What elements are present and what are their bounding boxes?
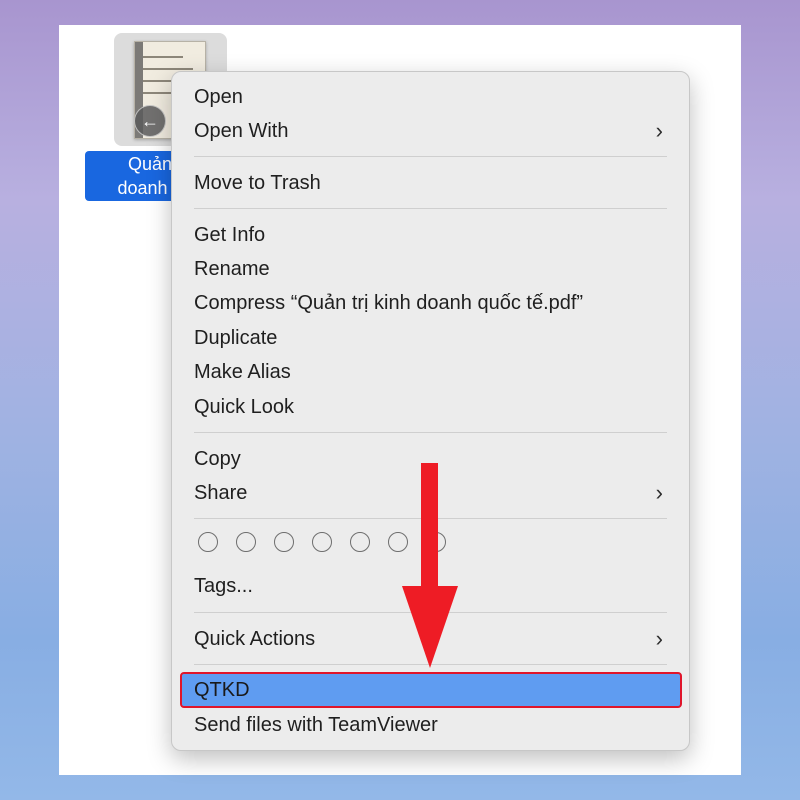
menu-separator bbox=[194, 208, 667, 209]
thumbnail-line bbox=[143, 56, 183, 58]
thumbnail-line bbox=[143, 68, 193, 70]
tag-circle-icon[interactable] bbox=[236, 532, 256, 552]
menu-item-qtkd-highlighted[interactable]: QTKD bbox=[180, 672, 682, 708]
menu-item-label: Quick Look bbox=[194, 396, 295, 418]
menu-item-label: Get Info bbox=[194, 224, 266, 246]
menu-item-label: Duplicate bbox=[194, 327, 278, 349]
menu-item-send-teamviewer[interactable]: Send files with TeamViewer bbox=[194, 708, 663, 742]
tag-circle-icon[interactable] bbox=[198, 532, 218, 552]
menu-item-label: Quick Actions bbox=[194, 628, 316, 650]
menu-item-label: Copy bbox=[194, 448, 241, 470]
back-arrow-icon: ← bbox=[134, 105, 166, 137]
menu-item-label: Open bbox=[194, 86, 243, 108]
menu-item-label: Share bbox=[194, 482, 248, 504]
menu-item-label: Rename bbox=[194, 258, 270, 280]
menu-item-make-alias[interactable]: Make Alias bbox=[194, 355, 663, 389]
tag-circle-icon[interactable] bbox=[312, 532, 332, 552]
menu-item-open-with[interactable]: Open With › bbox=[194, 114, 663, 148]
menu-item-duplicate[interactable]: Duplicate bbox=[194, 321, 663, 355]
menu-item-label: Compress “Quản trị kinh doanh quốc tế.pd… bbox=[194, 292, 584, 314]
menu-item-label: Tags... bbox=[194, 575, 253, 597]
menu-separator bbox=[194, 432, 667, 433]
red-arrow-annotation-shaft bbox=[421, 463, 438, 591]
menu-item-label: Send files with TeamViewer bbox=[194, 714, 438, 736]
menu-separator bbox=[194, 156, 667, 157]
tag-circle-icon[interactable] bbox=[388, 532, 408, 552]
chevron-right-icon: › bbox=[655, 626, 663, 651]
menu-item-open[interactable]: Open bbox=[194, 80, 663, 114]
menu-item-label: Open With bbox=[194, 120, 289, 142]
tag-circle-icon[interactable] bbox=[274, 532, 294, 552]
chevron-right-icon: › bbox=[655, 118, 663, 143]
menu-item-label: Move to Trash bbox=[194, 172, 321, 194]
chevron-right-icon: › bbox=[655, 480, 663, 505]
menu-item-rename[interactable]: Rename bbox=[194, 252, 663, 286]
menu-item-qtkd: QTKD bbox=[194, 674, 654, 708]
menu-item-label: Make Alias bbox=[194, 361, 291, 383]
tag-circle-icon[interactable] bbox=[350, 532, 370, 552]
menu-item-get-info[interactable]: Get Info bbox=[194, 218, 663, 252]
red-arrow-annotation-head bbox=[402, 586, 458, 668]
menu-item-label: QTKD bbox=[194, 679, 250, 701]
menu-item-move-to-trash[interactable]: Move to Trash bbox=[194, 166, 663, 200]
menu-item-quick-look[interactable]: Quick Look bbox=[194, 390, 663, 424]
menu-item-compress[interactable]: Compress “Quản trị kinh doanh quốc tế.pd… bbox=[194, 286, 663, 320]
